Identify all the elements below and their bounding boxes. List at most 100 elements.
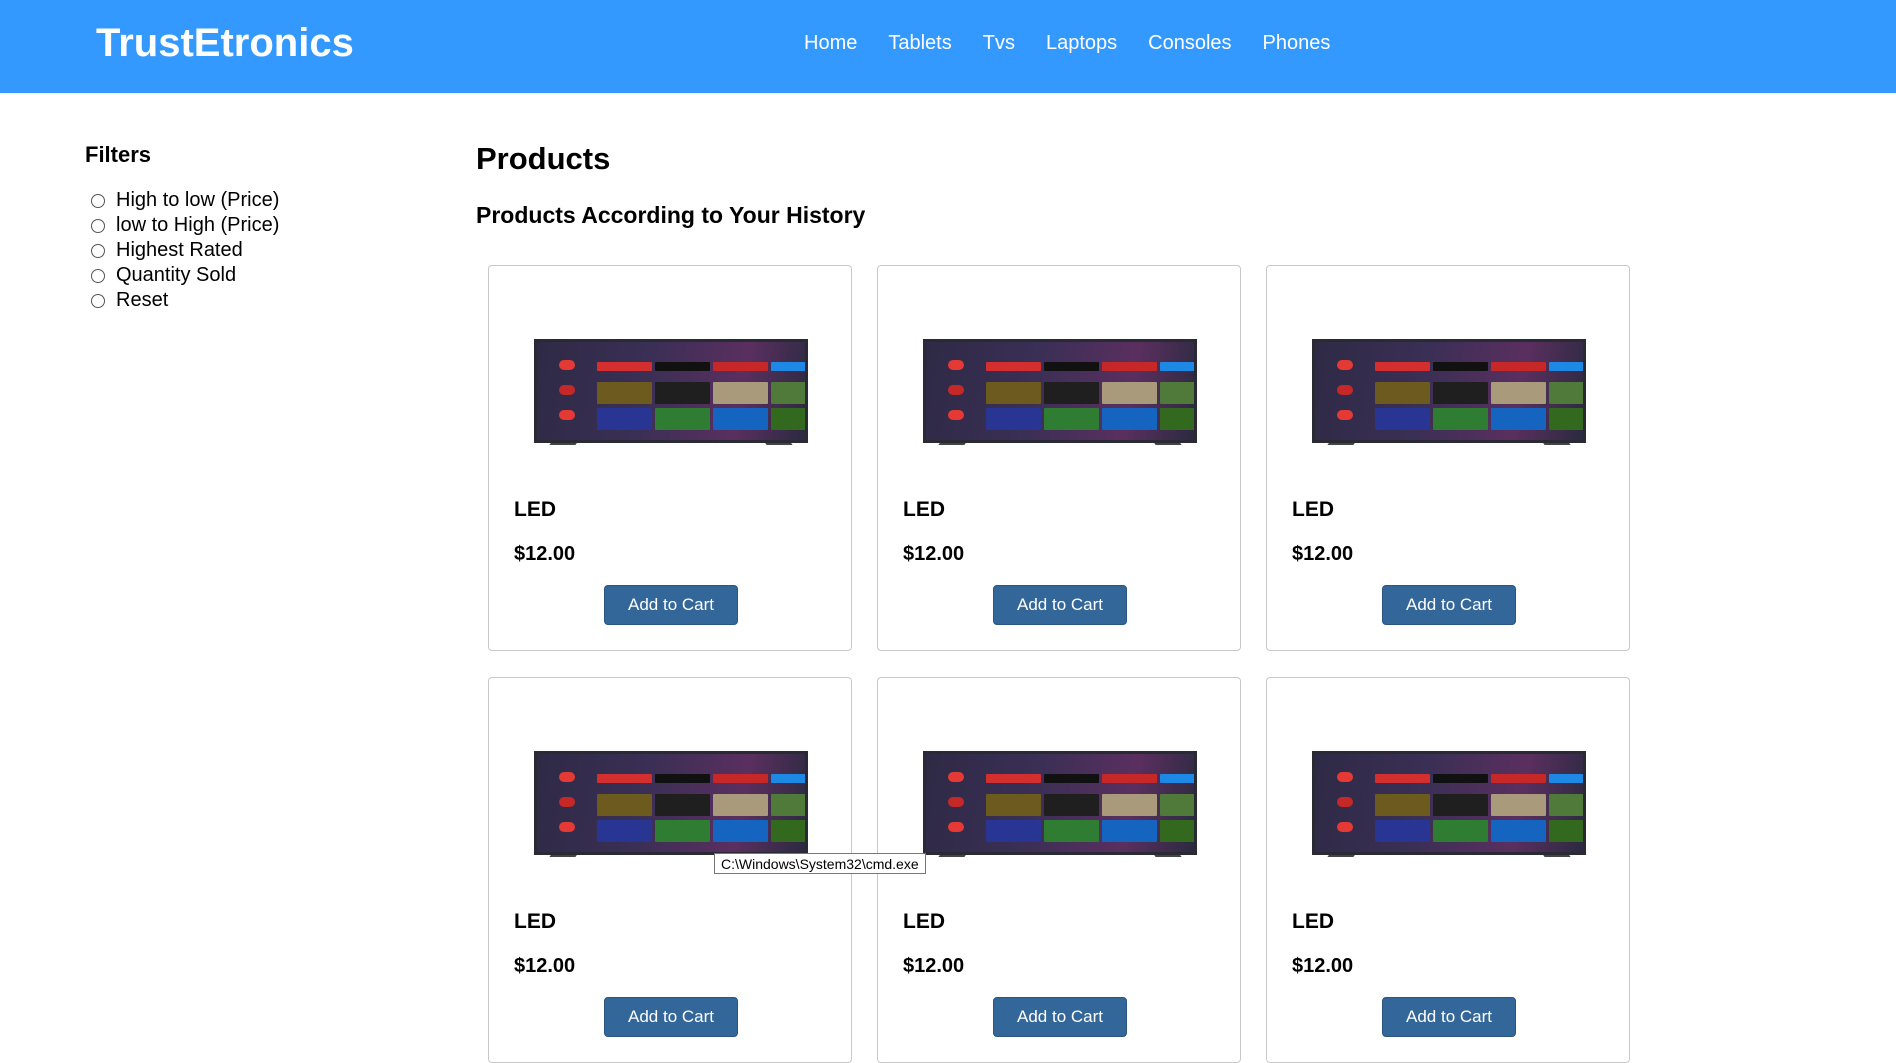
- app-tile: [986, 362, 1041, 371]
- app-tile: [1549, 774, 1583, 783]
- media-row: [597, 794, 805, 816]
- media-tile: [771, 794, 805, 816]
- nav-link-tablets[interactable]: Tablets: [888, 32, 951, 55]
- tv-screen: [923, 339, 1197, 443]
- media-tile: [713, 408, 768, 430]
- media-row: [986, 408, 1194, 430]
- nav-link-home[interactable]: Home: [804, 32, 857, 55]
- nav-link-tvs[interactable]: Tvs: [983, 32, 1015, 55]
- product-price: $12.00: [1292, 543, 1354, 565]
- tv-screen: [1312, 751, 1586, 855]
- media-tile: [597, 794, 652, 816]
- product-name[interactable]: LED: [514, 910, 556, 934]
- filter-option-price-low-high[interactable]: low to High (Price): [91, 213, 279, 238]
- media-tile: [1491, 820, 1546, 842]
- app-dot: [1337, 410, 1353, 420]
- app-tile: [1433, 362, 1488, 371]
- product-name[interactable]: LED: [1292, 498, 1334, 522]
- tv-stand: [1543, 443, 1575, 451]
- nav-link-phones[interactable]: Phones: [1263, 32, 1331, 55]
- media-tile: [655, 382, 710, 404]
- media-tile: [1044, 408, 1099, 430]
- navbar: TrustEtronics Home Tablets Tvs Laptops C…: [0, 0, 1896, 93]
- media-tile: [713, 794, 768, 816]
- app-tile: [713, 774, 768, 783]
- product-name[interactable]: LED: [1292, 910, 1334, 934]
- product-image[interactable]: [923, 339, 1197, 451]
- app-dot: [1337, 385, 1353, 395]
- media-tile: [1102, 408, 1157, 430]
- app-tile: [1433, 774, 1488, 783]
- tv-screen: [923, 751, 1197, 855]
- product-image[interactable]: [534, 339, 808, 451]
- add-to-cart-button[interactable]: Add to Cart: [1382, 585, 1516, 625]
- app-tile: [597, 774, 652, 783]
- add-to-cart-button[interactable]: Add to Cart: [993, 997, 1127, 1037]
- filter-label[interactable]: Quantity Sold: [116, 264, 236, 287]
- filter-option-quantity-sold[interactable]: Quantity Sold: [91, 263, 279, 288]
- tv-stand: [545, 443, 577, 451]
- filter-option-price-high-low[interactable]: High to low (Price): [91, 188, 279, 213]
- brand-logo[interactable]: TrustEtronics: [96, 21, 354, 66]
- app-dot: [559, 797, 575, 807]
- product-card: LED $12.00 Add to Cart: [877, 677, 1241, 1063]
- radio-button[interactable]: [91, 293, 105, 308]
- product-name[interactable]: LED: [514, 498, 556, 522]
- media-tile: [597, 382, 652, 404]
- media-tile: [655, 794, 710, 816]
- filter-option-highest-rated[interactable]: Highest Rated: [91, 238, 279, 263]
- media-tile: [655, 408, 710, 430]
- tv-screen: [534, 751, 808, 855]
- product-price: $12.00: [903, 955, 965, 977]
- app-tile: [1044, 362, 1099, 371]
- product-name[interactable]: LED: [903, 910, 945, 934]
- app-row: [986, 774, 1194, 783]
- app-tile: [1491, 774, 1546, 783]
- media-tile: [986, 820, 1041, 842]
- filter-label[interactable]: Highest Rated: [116, 239, 243, 262]
- product-card: LED $12.00 Add to Cart: [877, 265, 1241, 651]
- product-image[interactable]: [923, 751, 1197, 863]
- product-name[interactable]: LED: [903, 498, 945, 522]
- radio-button[interactable]: [91, 218, 105, 233]
- product-image[interactable]: [534, 751, 808, 863]
- app-tile: [1044, 774, 1099, 783]
- media-tile: [1375, 408, 1430, 430]
- app-tile: [1375, 362, 1430, 371]
- media-tile: [1433, 382, 1488, 404]
- tv-stand: [934, 443, 966, 451]
- page-title: Products: [476, 141, 611, 176]
- add-to-cart-button[interactable]: Add to Cart: [993, 585, 1127, 625]
- media-tile: [1433, 408, 1488, 430]
- radio-button[interactable]: [91, 193, 105, 208]
- radio-button[interactable]: [91, 268, 105, 283]
- tv-screen: [1312, 339, 1586, 443]
- app-dot: [1337, 822, 1353, 832]
- add-to-cart-button[interactable]: Add to Cart: [604, 997, 738, 1037]
- product-card: LED $12.00 Add to Cart: [1266, 677, 1630, 1063]
- filter-label[interactable]: High to low (Price): [116, 189, 279, 212]
- app-dot: [948, 822, 964, 832]
- product-image[interactable]: [1312, 751, 1586, 863]
- product-image[interactable]: [1312, 339, 1586, 451]
- product-price: $12.00: [514, 955, 576, 977]
- nav-link-consoles[interactable]: Consoles: [1148, 32, 1231, 55]
- filter-option-reset[interactable]: Reset: [91, 288, 279, 313]
- add-to-cart-button[interactable]: Add to Cart: [1382, 997, 1516, 1037]
- filter-label[interactable]: low to High (Price): [116, 214, 279, 237]
- app-dot: [948, 410, 964, 420]
- product-price: $12.00: [903, 543, 965, 565]
- app-tile: [655, 774, 710, 783]
- add-to-cart-button[interactable]: Add to Cart: [604, 585, 738, 625]
- filters-title: Filters: [85, 142, 152, 167]
- tv-stand: [1323, 855, 1355, 863]
- app-dot: [559, 822, 575, 832]
- app-dot: [559, 360, 575, 370]
- radio-button[interactable]: [91, 243, 105, 258]
- product-price: $12.00: [1292, 955, 1354, 977]
- nav-link-laptops[interactable]: Laptops: [1046, 32, 1117, 55]
- app-row: [1375, 362, 1583, 371]
- filter-label[interactable]: Reset: [116, 289, 168, 312]
- tv-screen: [534, 339, 808, 443]
- media-tile: [1375, 820, 1430, 842]
